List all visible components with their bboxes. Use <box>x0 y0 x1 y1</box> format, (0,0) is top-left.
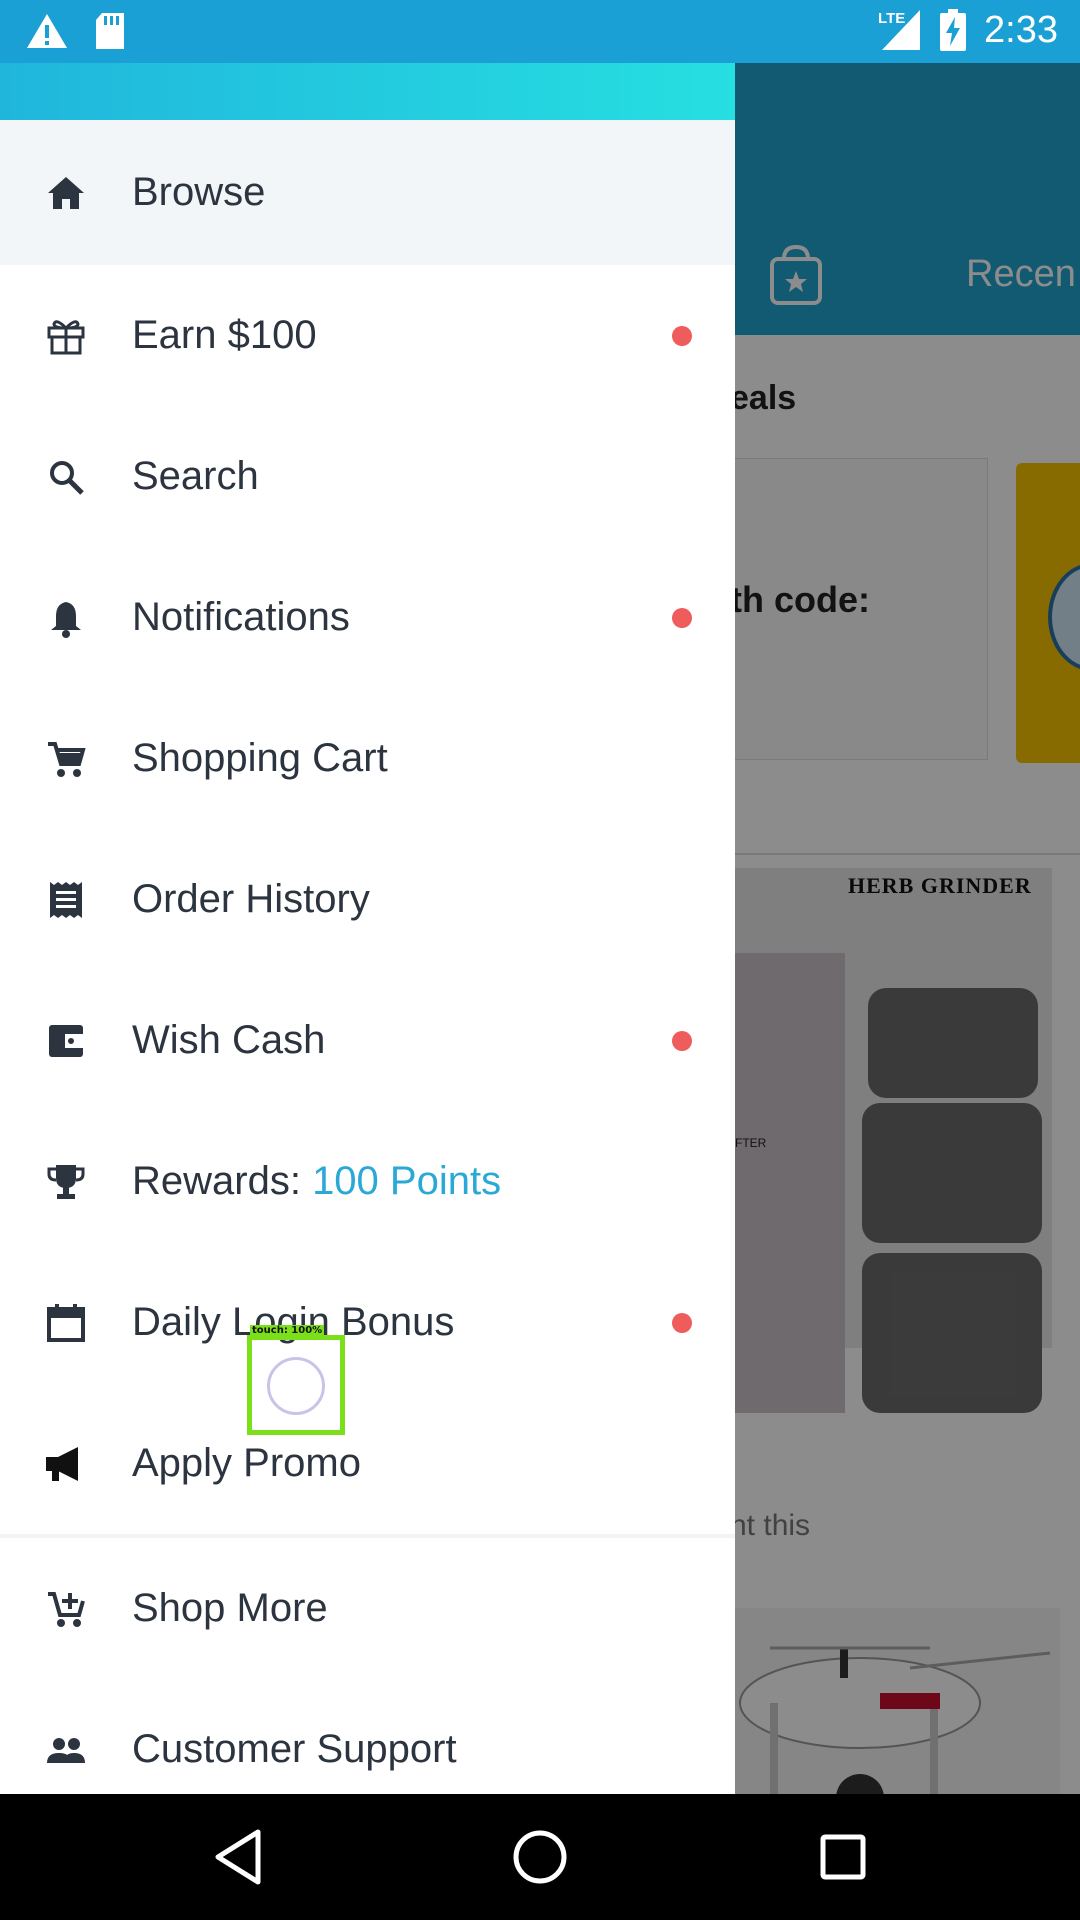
notification-dot <box>672 1030 692 1051</box>
battery-charging-icon <box>940 9 967 51</box>
drawer-item-label: Search <box>132 454 259 498</box>
drawer-item-label: Wish Cash <box>132 1018 326 1062</box>
receipt-icon <box>50 881 82 918</box>
lte-signal-icon: LTE <box>878 8 922 52</box>
drawer-item-label: Earn $100 <box>132 313 317 357</box>
search-icon <box>50 460 84 495</box>
drawer-item-label: Order History <box>132 877 370 921</box>
add-cart-icon <box>48 1591 85 1627</box>
drawer-item-shop-more[interactable]: Shop More <box>0 1538 735 1679</box>
drawer-item-wish-cash[interactable]: Wish Cash <box>0 970 735 1111</box>
megaphone-icon <box>46 1446 78 1481</box>
drawer-item-label: Apply Promo <box>132 1441 361 1485</box>
clock: 2:33 <box>984 8 1058 51</box>
drawer-header <box>0 63 735 120</box>
notification-dot <box>672 325 692 346</box>
wallet-icon <box>49 1024 83 1057</box>
drawer-item-daily-login-bonus[interactable]: Daily Login Bonus <box>0 1252 735 1393</box>
people-icon <box>47 1737 85 1763</box>
touch-point-circle <box>267 1357 325 1415</box>
rewards-points: 100 Points <box>312 1159 502 1203</box>
touch-indicator-label: touch: 100% <box>250 1325 325 1336</box>
drawer-item-label: Shop More <box>132 1586 328 1630</box>
system-nav-bar <box>0 1794 1080 1920</box>
warning-icon <box>27 14 67 48</box>
drawer-item-browse[interactable]: Browse <box>0 120 735 265</box>
drawer-item-notifications[interactable]: Notifications <box>0 547 735 688</box>
status-bar: LTE 2:33 <box>0 0 1080 63</box>
drawer-item-label: Customer Support <box>132 1727 457 1771</box>
drawer-item-order-history[interactable]: Order History <box>0 829 735 970</box>
drawer-item-rewards[interactable]: Rewards: 100 Points <box>0 1111 735 1252</box>
notification-dot <box>672 1312 692 1333</box>
drawer-item-apply-promo[interactable]: Apply Promo <box>0 1393 735 1534</box>
gift-icon <box>47 319 85 354</box>
calendar-icon <box>47 1303 85 1342</box>
drawer-item-shopping-cart[interactable]: Shopping Cart <box>0 688 735 829</box>
drawer-item-customer-support[interactable]: Customer Support <box>0 1679 735 1794</box>
home-circle-icon[interactable] <box>507 1824 573 1890</box>
home-icon <box>48 176 84 209</box>
sd-card-icon <box>96 13 124 49</box>
drawer-item-label: Shopping Cart <box>132 736 388 780</box>
navigation-drawer: Browse Earn $100 Search Notifications Sh… <box>0 63 735 1794</box>
drawer-item-search[interactable]: Search <box>0 406 735 547</box>
bell-icon <box>51 601 81 638</box>
cart-icon <box>48 741 86 777</box>
drawer-item-label: Notifications <box>132 595 350 639</box>
trophy-icon <box>47 1164 85 1199</box>
recents-icon[interactable] <box>810 1824 876 1890</box>
drawer-item-earn[interactable]: Earn $100 <box>0 265 735 406</box>
notification-dot <box>672 607 692 628</box>
rewards-label: Rewards: <box>132 1159 313 1203</box>
back-icon[interactable] <box>204 1824 270 1890</box>
drawer-item-label: Rewards: 100 Points <box>132 1159 501 1204</box>
drawer-item-label: Browse <box>132 170 266 214</box>
